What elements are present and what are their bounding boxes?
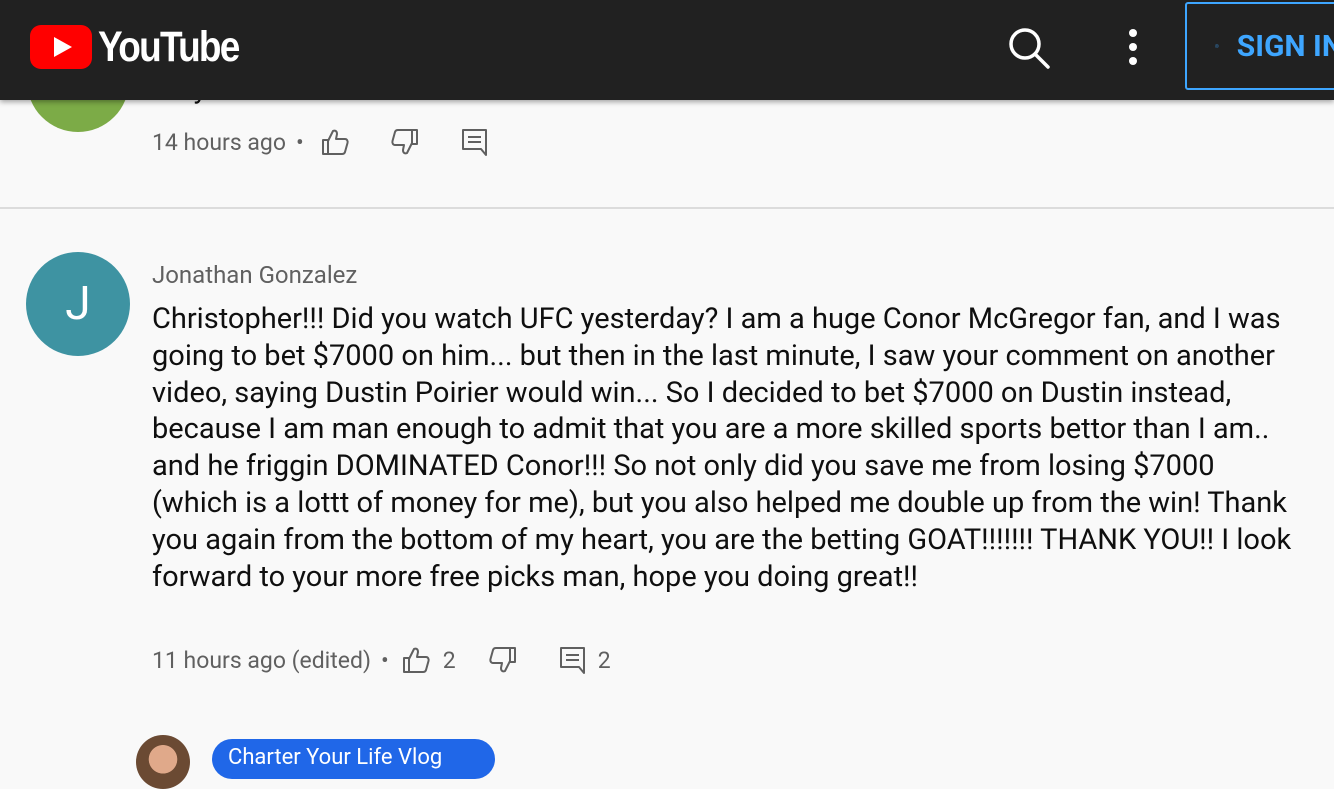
separator-dot: • — [380, 646, 389, 674]
separator-dot: • — [295, 128, 304, 156]
youtube-wordmark: YouTube — [98, 22, 240, 71]
comment-author[interactable]: Jonathan Gonzalez — [152, 261, 357, 289]
reply-button[interactable] — [460, 127, 490, 157]
comment-actions: 14 hours ago • — [152, 127, 490, 157]
thumb-up-icon — [402, 647, 430, 673]
like-button[interactable]: 2 — [401, 645, 456, 675]
account-circle-icon — [1215, 44, 1219, 48]
more-vert-icon[interactable] — [1120, 26, 1146, 68]
like-count: 2 — [442, 646, 456, 674]
creator-avatar[interactable] — [136, 735, 190, 789]
youtube-logo[interactable]: YouTube — [30, 22, 262, 71]
dislike-button[interactable] — [488, 645, 518, 675]
search-icon[interactable] — [1006, 25, 1052, 71]
avatar[interactable]: J — [26, 252, 130, 356]
youtube-play-icon — [30, 25, 92, 69]
like-button[interactable] — [320, 127, 350, 157]
reply-count: 2 — [597, 646, 611, 674]
creator-name-badge[interactable]: Charter Your Life Vlog — [212, 739, 495, 779]
reply-button[interactable]: 2 — [558, 645, 611, 675]
thumb-up-icon — [321, 129, 349, 155]
comment-reply-icon — [559, 647, 585, 674]
top-app-bar: YouTube SIGN IN — [0, 0, 1334, 100]
comment-timestamp: 11 hours ago (edited) — [152, 646, 371, 674]
thumb-down-icon — [489, 647, 516, 673]
thumb-down-icon — [391, 129, 418, 155]
sign-in-label: SIGN IN — [1236, 28, 1334, 64]
sign-in-button[interactable]: SIGN IN — [1185, 2, 1334, 90]
comment-divider — [0, 207, 1334, 209]
dislike-button[interactable] — [390, 127, 420, 157]
comment-reply-icon — [461, 129, 487, 156]
comment-timestamp: 14 hours ago — [152, 128, 286, 156]
comment-actions: 11 hours ago (edited) • 2 2 — [152, 645, 611, 675]
comment-text: Christopher!!! Did you watch UFC yesterd… — [152, 302, 1292, 594]
